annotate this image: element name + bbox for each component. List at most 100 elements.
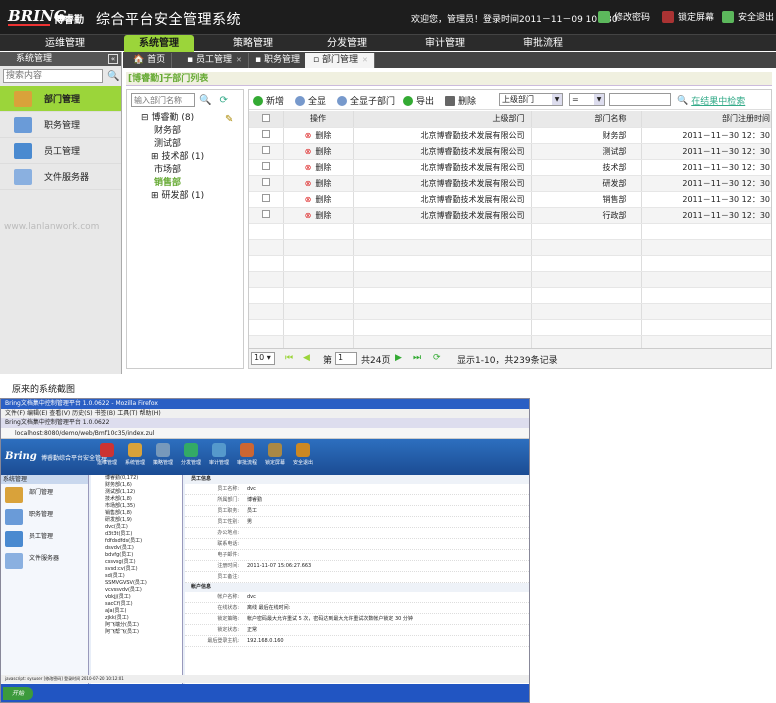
- tree-node[interactable]: ⊞ 研发部 (1): [141, 190, 204, 203]
- old-tree-node[interactable]: zjkk(员工): [91, 615, 182, 622]
- tab-home[interactable]: 🏠 首页: [125, 53, 173, 68]
- tree-node[interactable]: ⊞ 技术部 (1): [141, 151, 204, 164]
- last-page-icon[interactable]: ⏭: [413, 353, 421, 363]
- old-tree-node[interactable]: sd(员工): [91, 573, 182, 580]
- select-all-checkbox[interactable]: [249, 111, 284, 128]
- old-toolbar-icon[interactable]: 分发管理: [181, 443, 201, 466]
- nav-distribute[interactable]: 分发管理: [312, 35, 382, 52]
- tree-node[interactable]: 测试部: [141, 138, 204, 151]
- old-tree-node[interactable]: 技术部(1,8): [91, 496, 182, 503]
- row-checkbox[interactable]: [249, 175, 284, 192]
- sidebar-search-input[interactable]: [3, 69, 103, 83]
- search-in-results-button[interactable]: 🔍 在结果中检索: [677, 94, 745, 108]
- old-tree-node[interactable]: d3t3t(员工): [91, 531, 182, 538]
- refresh-icon[interactable]: ⟳: [219, 95, 227, 106]
- old-toolbar-icon[interactable]: 安全退出: [293, 443, 313, 466]
- table-row: [249, 223, 771, 240]
- filter-value-input[interactable]: [609, 93, 671, 106]
- show-all-button[interactable]: 全显: [295, 94, 326, 107]
- sidebar-item-dept[interactable]: 部门管理: [0, 86, 121, 112]
- export-button[interactable]: 导出: [403, 94, 434, 107]
- search-icon[interactable]: 🔍: [107, 71, 119, 82]
- old-tree-node[interactable]: 阿飞端分(员工): [91, 622, 182, 629]
- table-row: [249, 303, 771, 320]
- old-tree-node[interactable]: 博睿勤(0,172): [91, 475, 182, 482]
- sidebar-item-fileserver[interactable]: 文件服务器: [0, 164, 121, 190]
- old-tree-node[interactable]: vcvssvdv(员工): [91, 587, 182, 594]
- old-tree-node[interactable]: 阿飞帮飞(员工): [91, 629, 182, 636]
- row-checkbox[interactable]: [249, 191, 284, 208]
- old-tree-node[interactable]: svsd:cv(员工): [91, 566, 182, 573]
- employee-icon: [14, 142, 32, 159]
- tab-dept[interactable]: ▫ 部门管理 ✕: [305, 53, 375, 68]
- prev-page-icon[interactable]: ◀: [303, 353, 310, 363]
- old-toolbar-icon[interactable]: 审批流程: [237, 443, 257, 466]
- cell-parent: 北京博睿勤技术发展有限公司: [353, 143, 532, 160]
- old-toolbar-icon[interactable]: 审计管理: [209, 443, 229, 466]
- old-toolbar-icon[interactable]: 运维管理: [97, 443, 117, 466]
- change-password-button[interactable]: 修改密码: [598, 10, 650, 23]
- row-delete-button[interactable]: ⊗ 删除: [283, 143, 354, 160]
- sidebar-item-employee[interactable]: 员工管理: [0, 138, 121, 164]
- old-tree-node[interactable]: sacCf(员工): [91, 601, 182, 608]
- old-tree-node[interactable]: 财务部(1,6): [91, 482, 182, 489]
- magnify-icon: [295, 95, 305, 106]
- tree-node[interactable]: ⊟ 博睿勤 (8): [141, 112, 204, 125]
- close-icon[interactable]: ✕: [236, 56, 242, 64]
- new-button[interactable]: 新增: [253, 94, 284, 107]
- row-checkbox[interactable]: [249, 159, 284, 176]
- tree-search-input[interactable]: [131, 93, 195, 107]
- old-tree-node[interactable]: fdfdsdfds(员工): [91, 538, 182, 545]
- nav-audit[interactable]: 审计管理: [410, 35, 480, 52]
- delete-button[interactable]: 删除: [445, 94, 476, 107]
- nav-approval[interactable]: 审批流程: [508, 35, 578, 52]
- row-checkbox[interactable]: [249, 207, 284, 224]
- old-toolbar-icon[interactable]: 策略管理: [153, 443, 173, 466]
- filter-op-select[interactable]: = ▼: [569, 93, 605, 106]
- delete-icon: ⊗: [304, 194, 312, 204]
- old-toolbar-icon[interactable]: 锁定屏幕: [265, 443, 285, 466]
- nav-system[interactable]: 系统管理: [124, 35, 194, 52]
- row-delete-button[interactable]: ⊗ 删除: [283, 207, 354, 224]
- search-icon[interactable]: 🔍: [199, 95, 211, 106]
- old-tree-node[interactable]: 测试部(1,12): [91, 489, 182, 496]
- edit-icon[interactable]: ✎: [225, 114, 233, 125]
- logout-button[interactable]: 安全退出: [722, 10, 774, 23]
- old-tree-node[interactable]: dvc(员工): [91, 524, 182, 531]
- row-checkbox[interactable]: [249, 143, 284, 160]
- tree-node[interactable]: 销售部: [141, 177, 204, 190]
- row-delete-button[interactable]: ⊗ 删除: [283, 127, 354, 144]
- first-page-icon[interactable]: ⏮: [285, 353, 293, 363]
- next-page-icon[interactable]: ▶: [395, 353, 402, 363]
- row-checkbox[interactable]: [249, 127, 284, 144]
- nav-ops[interactable]: 运维管理: [30, 35, 100, 52]
- old-tree-node[interactable]: 市场部(1,35): [91, 503, 182, 510]
- old-tree-node[interactable]: aJa(员工): [91, 608, 182, 615]
- old-tree-node[interactable]: cssvsg(员工): [91, 559, 182, 566]
- nav-policy[interactable]: 策略管理: [218, 35, 288, 52]
- lock-screen-button[interactable]: 锁定屏幕: [662, 10, 714, 23]
- row-delete-button[interactable]: ⊗ 删除: [283, 159, 354, 176]
- tree-node[interactable]: 财务部: [141, 125, 204, 138]
- old-tree-node[interactable]: 研发部(1,9): [91, 517, 182, 524]
- filter-field-select[interactable]: 上级部门 ▼: [499, 93, 563, 106]
- refresh-icon[interactable]: ⟳: [433, 353, 441, 363]
- tree-node[interactable]: 市场部: [141, 164, 204, 177]
- old-toolbar-icon[interactable]: 系统管理: [125, 443, 145, 466]
- old-tree-node[interactable]: dsvdv(员工): [91, 545, 182, 552]
- close-icon[interactable]: ✕: [362, 56, 368, 64]
- show-all-sub-button[interactable]: 全显子部门: [337, 94, 395, 107]
- old-form-row: 帐户名称: dvc: [185, 592, 529, 603]
- old-tree-node[interactable]: vbkjj(员工): [91, 594, 182, 601]
- tab-employee[interactable]: ▪ 员工管理 ✕: [179, 53, 249, 68]
- collapse-icon[interactable]: «: [108, 54, 118, 64]
- old-tree-node[interactable]: bdvfg(员工): [91, 552, 182, 559]
- page-number-input[interactable]: 1: [335, 352, 357, 365]
- old-tree-node[interactable]: 销售部(1,8): [91, 510, 182, 517]
- row-delete-button[interactable]: ⊗ 删除: [283, 175, 354, 192]
- sidebar-item-position[interactable]: 职务管理: [0, 112, 121, 138]
- row-delete-button[interactable]: ⊗ 删除: [283, 191, 354, 208]
- page-size-select[interactable]: 10 ▾: [251, 352, 275, 365]
- old-form-row: 锁定状态: 正常: [185, 625, 529, 636]
- old-tree-node[interactable]: SSMVGVSV(员工): [91, 580, 182, 587]
